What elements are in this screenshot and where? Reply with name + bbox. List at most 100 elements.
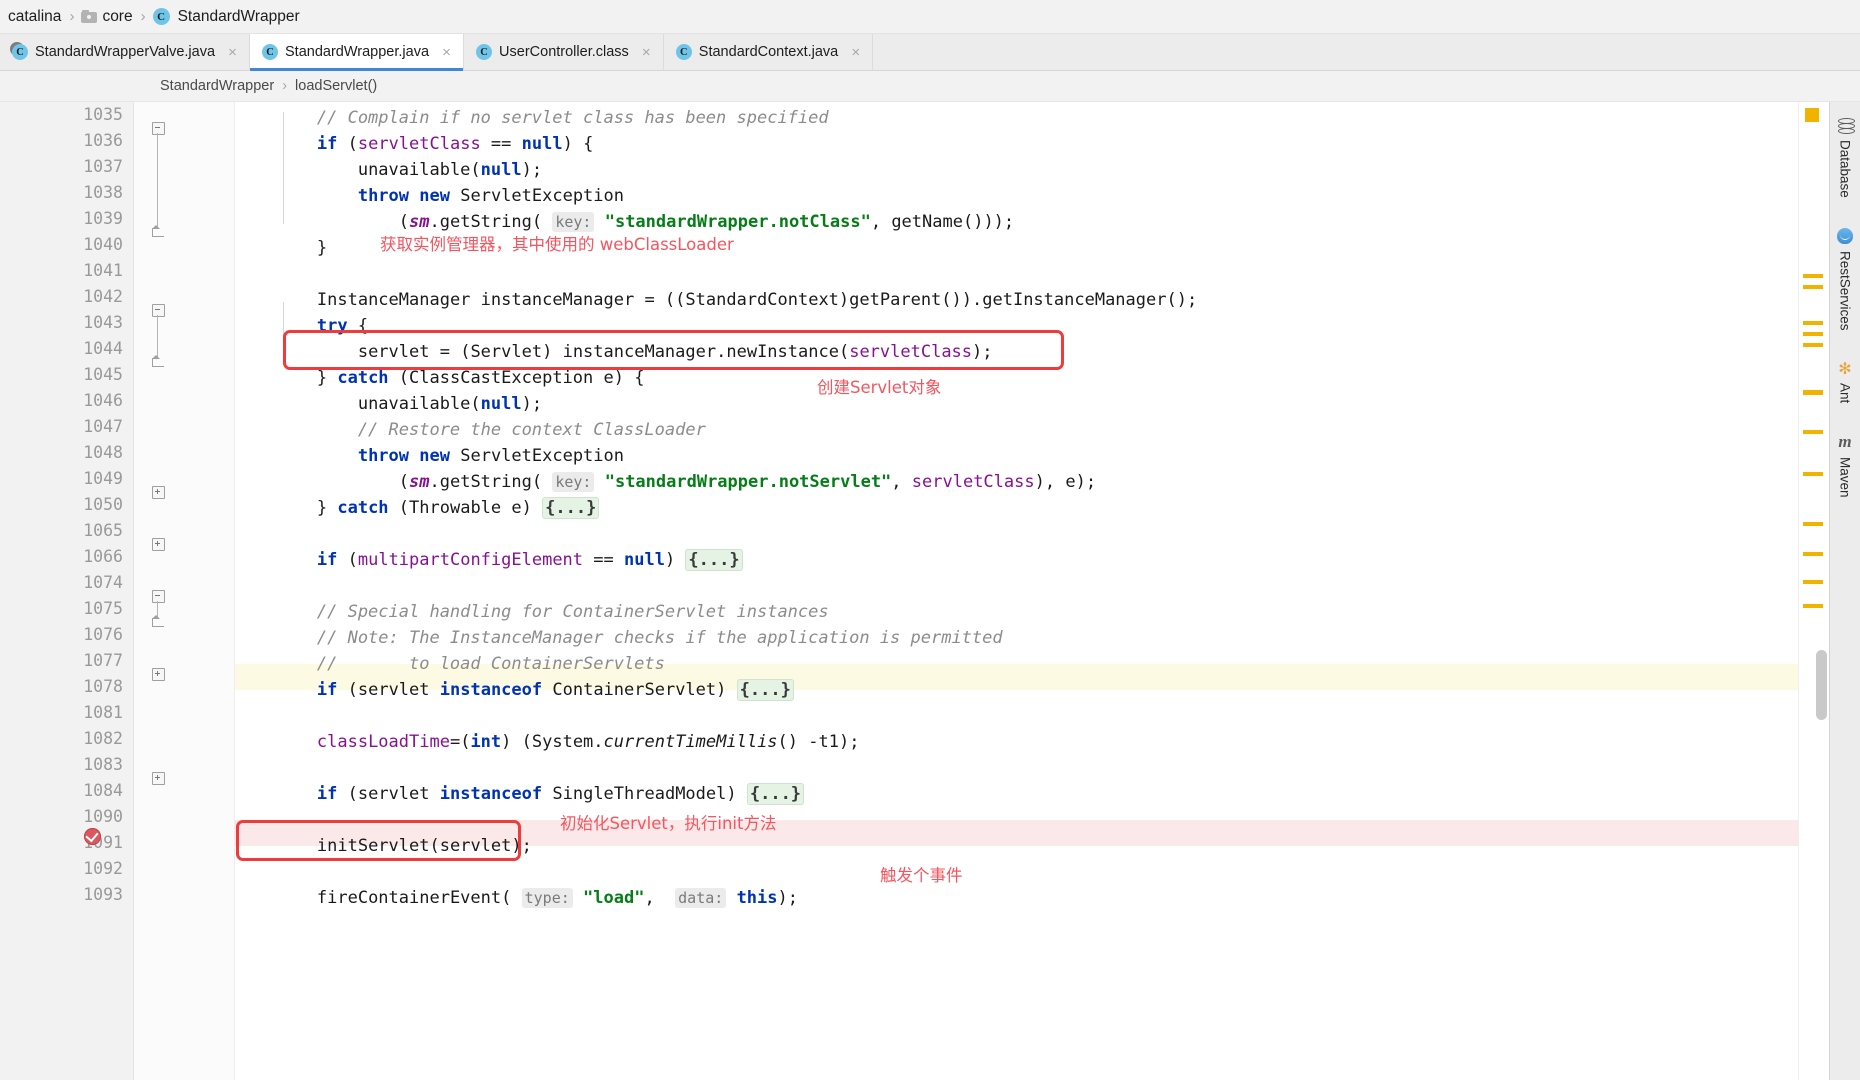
error-stripe-scrollbar[interactable] [1798,102,1829,1080]
error-stripe-mark[interactable] [1803,332,1823,336]
tab-label: StandardWrapper.java [285,44,430,60]
code-line[interactable]: unavailable(null); [235,391,1798,417]
error-stripe-mark[interactable] [1803,604,1823,608]
breadcrumb-method[interactable]: loadServlet() [295,78,377,94]
code-line[interactable]: classLoadTime=(int) (System.currentTimeM… [235,729,1798,755]
breadcrumb-item-catalina[interactable]: catalina [2,0,67,33]
tool-button-maven[interactable]: m Maven [1837,427,1854,505]
code-line[interactable]: InstanceManager instanceManager = ((Stan… [235,287,1798,313]
breadcrumb-separator: › [140,8,146,25]
breadcrumb-item-core[interactable]: core [78,0,138,33]
tool-button-ant[interactable]: ✻ Ant [1837,353,1854,410]
breadcrumb-item-standardwrapper[interactable]: C StandardWrapper [150,0,306,33]
tool-button-label: Database [1837,140,1853,198]
fold-region-line [157,133,158,228]
breadcrumb-separator: › [282,78,288,94]
breadcrumb-class[interactable]: StandardWrapper [160,78,274,94]
code-editor[interactable]: // Complain if no servlet class has been… [235,102,1798,1080]
code-line[interactable] [235,755,1798,781]
line-number: 1039 [83,209,123,228]
code-line[interactable]: throw new ServletException [235,183,1798,209]
code-line[interactable] [235,261,1798,287]
code-line[interactable]: if (servletClass == null) { [235,131,1798,157]
line-number: 1078 [83,677,123,696]
code-line[interactable]: } catch (ClassCastException e) { [235,365,1798,391]
tab-standardwrappervalve[interactable]: C StandardWrapperValve.java × [0,34,251,70]
error-stripe-mark[interactable] [1803,274,1823,278]
fold-end-icon[interactable] [152,615,164,627]
breadcrumb-label: core [102,7,133,25]
code-line[interactable]: try { [235,313,1798,339]
code-line[interactable]: (sm.getString( key: "standardWrapper.not… [235,469,1798,495]
error-stripe-mark[interactable] [1805,108,1819,122]
scrollbar-thumb[interactable] [1816,650,1827,720]
line-number: 1065 [83,521,123,540]
code-line[interactable] [235,573,1798,599]
annotation-fire-event: 触发个事件 [880,866,963,885]
line-number: 1042 [83,287,123,306]
error-stripe-mark[interactable] [1803,321,1823,325]
fold-expand-icon[interactable] [152,486,165,499]
code-line[interactable] [235,703,1798,729]
close-icon[interactable]: × [440,45,453,60]
code-line[interactable] [235,521,1798,547]
tab-standardwrapper[interactable]: C StandardWrapper.java × [250,34,465,71]
line-number: 1077 [83,651,123,670]
tab-usercontroller[interactable]: C UserController.class × [464,34,664,70]
error-stripe-mark[interactable] [1803,390,1823,395]
code-line[interactable]: // Special handling for ContainerServlet… [235,599,1798,625]
line-number: 1075 [83,599,123,618]
code-folding-gutter[interactable] [134,102,235,1080]
code-line[interactable]: if (servlet instanceof ContainerServlet)… [235,677,1798,703]
line-number: 1043 [83,313,123,332]
fold-expand-icon[interactable] [152,668,165,681]
code-line[interactable]: if (servlet instanceof SingleThreadModel… [235,781,1798,807]
fold-end-icon[interactable] [152,225,164,237]
tool-button-label: Ant [1837,383,1853,404]
code-line[interactable] [235,859,1798,885]
code-line[interactable]: // to load ContainerServlets [235,651,1798,677]
error-stripe-mark[interactable] [1803,522,1823,526]
line-number-gutter[interactable]: 1035 1036 1037 1038 1039 1040 1041 1042 1043 1044… [0,102,134,1080]
code-line[interactable]: // Note: The InstanceManager checks if t… [235,625,1798,651]
breadcrumb-label: catalina [8,7,62,25]
fold-collapse-icon[interactable] [152,304,165,317]
error-stripe-mark[interactable] [1803,472,1823,476]
close-icon[interactable]: × [226,45,239,60]
editor-tab-bar: C StandardWrapperValve.java × C Standard… [0,34,1860,71]
code-line[interactable]: // Complain if no servlet class has been… [235,105,1798,131]
java-class-icon: C [152,8,170,25]
ant-icon: ✻ [1838,360,1852,378]
error-stripe-mark[interactable] [1803,552,1823,556]
code-line[interactable]: throw new ServletException [235,443,1798,469]
fold-expand-icon[interactable] [152,772,165,785]
code-line[interactable]: servlet = (Servlet) instanceManager.newI… [235,339,1798,365]
line-number: 1083 [83,755,123,774]
line-number: 1035 [83,105,123,124]
code-line[interactable]: initServlet(servlet); [235,833,1798,859]
code-line[interactable]: // Restore the context ClassLoader [235,417,1798,443]
breakpoint-icon[interactable] [84,828,101,845]
error-stripe-mark[interactable] [1803,343,1823,347]
line-number: 1048 [83,443,123,462]
fold-expand-icon[interactable] [152,538,165,551]
code-line[interactable]: unavailable(null); [235,157,1798,183]
error-stripe-mark[interactable] [1803,580,1823,584]
close-icon[interactable]: × [640,45,653,60]
error-stripe-mark[interactable] [1803,430,1823,434]
fold-collapse-icon[interactable] [152,590,165,603]
code-line[interactable] [235,807,1798,833]
code-line[interactable]: fireContainerEvent( type: "load", data: … [235,885,1798,911]
fold-collapse-icon[interactable] [152,122,165,135]
tab-standardcontext[interactable]: C StandardContext.java × [664,34,874,70]
code-line[interactable]: } catch (Throwable e) {...} [235,495,1798,521]
close-icon[interactable]: × [849,45,862,60]
tool-button-restservices[interactable]: RestServices [1837,221,1854,338]
code-line[interactable]: if (multipartConfigElement == null) {...… [235,547,1798,573]
fold-end-icon[interactable] [152,355,164,367]
line-number: 1081 [83,703,123,722]
line-number: 1037 [83,157,123,176]
error-stripe-mark[interactable] [1803,285,1823,289]
tool-button-database[interactable]: Database [1837,110,1855,205]
line-number: 1090 [83,807,123,826]
